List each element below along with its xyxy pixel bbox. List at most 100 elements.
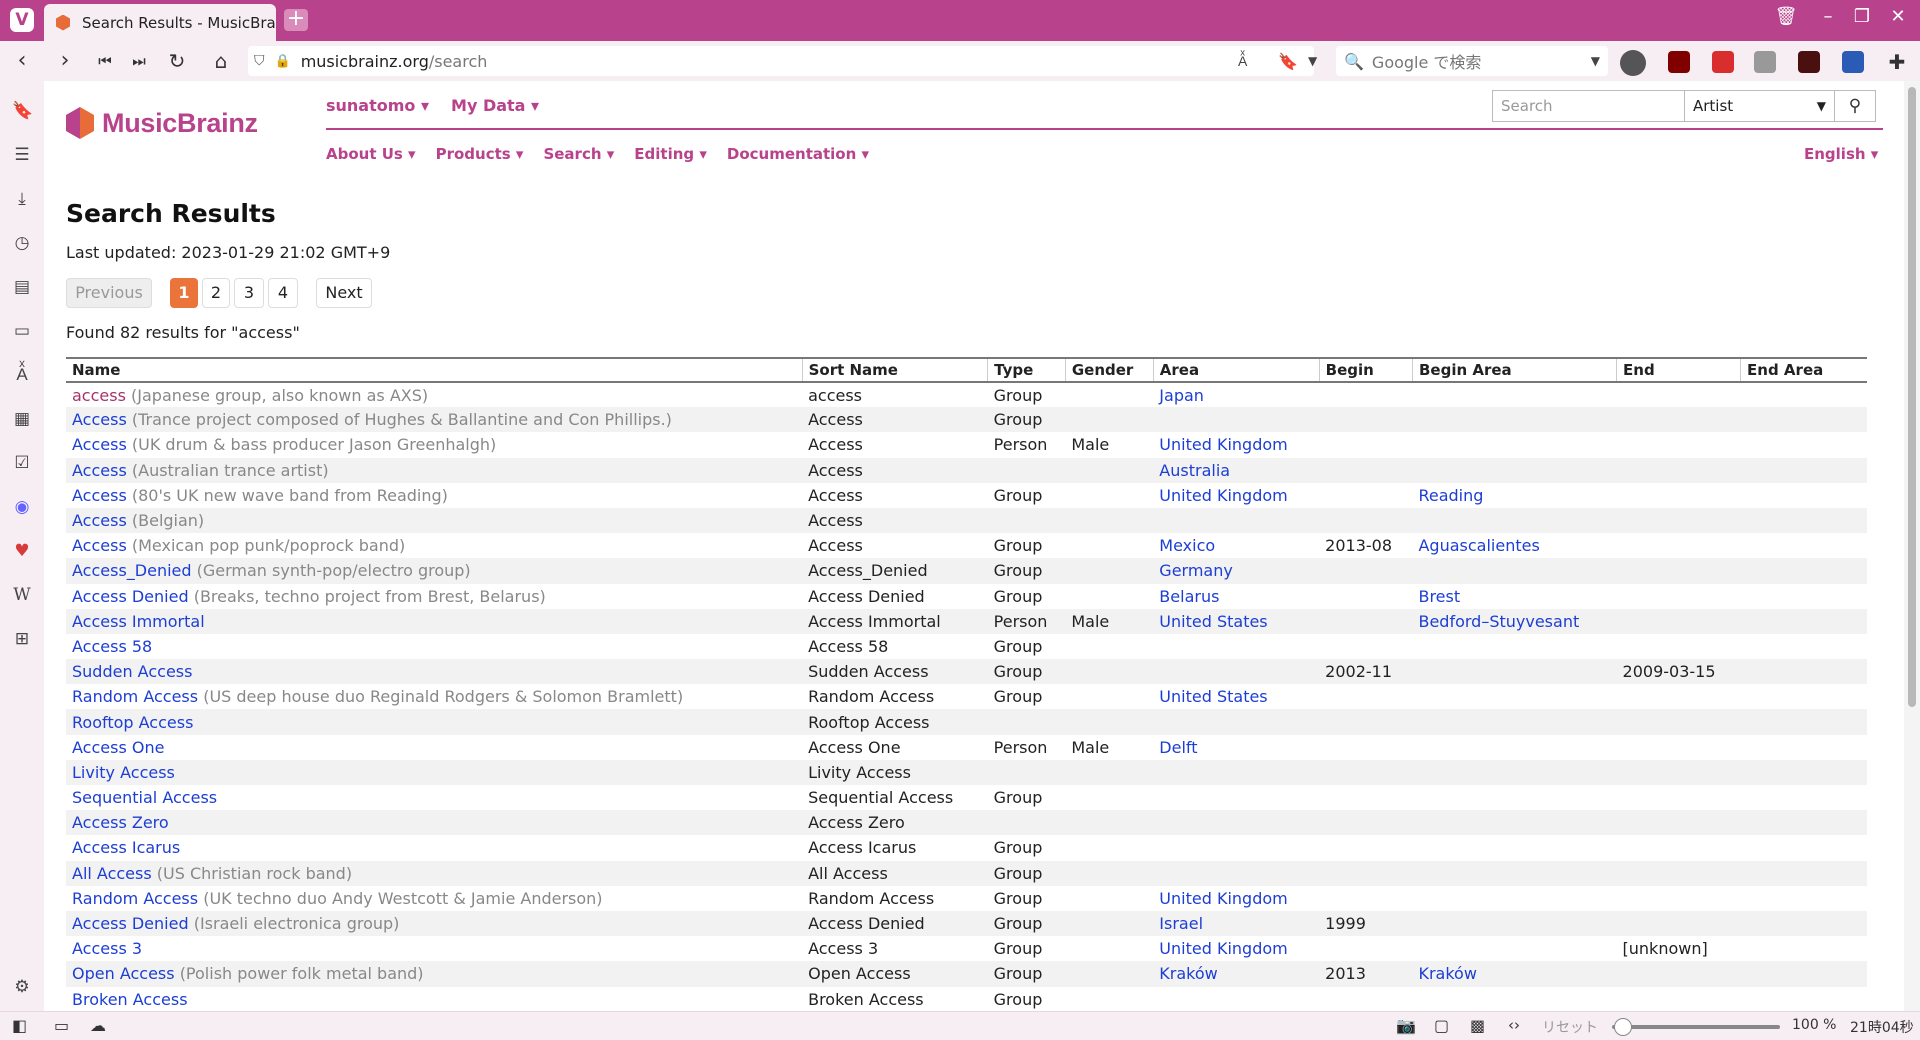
lock-icon[interactable]: 🔒 (275, 54, 291, 69)
row-area-link[interactable]: Mexico (1159, 536, 1215, 555)
row-area-link[interactable]: Germany (1159, 561, 1233, 580)
row-begin-area-link[interactable]: Kraków (1418, 964, 1476, 983)
artist-link[interactable]: Access (72, 536, 127, 555)
row-area-link[interactable]: Australia (1159, 461, 1230, 480)
row-area-link[interactable]: United Kingdom (1159, 939, 1287, 958)
capture-icon[interactable]: 📷 (1396, 1016, 1416, 1035)
notes-icon[interactable]: ▤ (12, 277, 32, 297)
search-submit-button[interactable]: ⚲ (1835, 91, 1875, 121)
page-4-button[interactable]: 4 (268, 278, 298, 308)
extension-grey-icon[interactable] (1754, 51, 1776, 73)
downloads-icon[interactable]: ⤓ (12, 189, 32, 209)
extension-red-icon[interactable] (1712, 51, 1734, 73)
artist-link[interactable]: Access Denied (72, 914, 189, 933)
col-type[interactable]: Type (987, 357, 1066, 383)
menu-search[interactable]: Search ▾ (543, 145, 614, 163)
row-area-link[interactable]: United Kingdom (1159, 486, 1287, 505)
translate-icon[interactable]: Aͯ (1238, 53, 1247, 70)
artist-link[interactable]: Random Access (72, 687, 198, 706)
reading-list-icon[interactable]: ☰ (12, 145, 32, 165)
back-button[interactable]: ‹ (9, 49, 35, 75)
menu-documentation[interactable]: Documentation ▾ (727, 145, 869, 163)
bookmark-icon[interactable]: 🔖 (1278, 52, 1298, 71)
col-gender[interactable]: Gender (1064, 357, 1154, 383)
rewind-button[interactable]: ⏮ (92, 49, 118, 75)
col-end-area[interactable]: End Area (1740, 357, 1867, 383)
artist-link[interactable]: Livity Access (72, 763, 175, 782)
url-field[interactable]: ⛉ 🔒 musicbrainz.org/search Aͯ 🔖 ▼ (248, 46, 1317, 76)
row-area-link[interactable]: United States (1159, 687, 1267, 706)
artist-link[interactable]: Access (72, 511, 127, 530)
artist-link[interactable]: Access Denied (72, 587, 189, 606)
page-1-button[interactable]: 1 (170, 278, 198, 308)
artist-link[interactable]: Access (72, 410, 127, 429)
bookmarks-panel-icon[interactable]: 🔖 (12, 101, 33, 121)
col-begin-area[interactable]: Begin Area (1411, 357, 1617, 383)
reload-button[interactable]: ↻ (164, 49, 190, 75)
artist-link[interactable]: Sequential Access (72, 788, 217, 807)
scrollbar-thumb[interactable] (1908, 87, 1916, 707)
artist-link[interactable]: Access (72, 486, 127, 505)
ublock-origin-icon[interactable] (1668, 51, 1690, 73)
header-search-input[interactable]: Search (1493, 91, 1685, 121)
artist-link[interactable]: Sudden Access (72, 662, 192, 681)
hypothesis-icon[interactable] (1798, 51, 1820, 73)
trash-icon[interactable]: 🗑 (1772, 6, 1800, 27)
artist-link[interactable]: Access Immortal (72, 612, 205, 631)
window-panel-icon[interactable]: ▭ (12, 321, 32, 341)
shield-icon[interactable]: ⛉ (254, 53, 265, 69)
tasks-icon[interactable]: ☑ (12, 453, 32, 473)
artist-link[interactable]: Open Access (72, 964, 175, 983)
profile-avatar-icon[interactable] (1620, 50, 1646, 76)
menu-editing[interactable]: Editing ▾ (634, 145, 707, 163)
artist-link[interactable]: Access 58 (72, 637, 152, 656)
new-tab-button[interactable]: + (284, 8, 308, 31)
col-name[interactable]: Name (66, 357, 803, 383)
fast-forward-button[interactable]: ⏭ (126, 49, 152, 75)
col-sort-name[interactable]: Sort Name (801, 357, 988, 383)
search-engine-dropdown-icon[interactable]: ▼ (1591, 54, 1600, 68)
browser-tab-active[interactable]: Search Results - MusicBrainz (44, 4, 276, 41)
page-actions-icon[interactable]: ‹› (1508, 1016, 1520, 1034)
row-area-link[interactable]: Belarus (1159, 587, 1219, 606)
extension-blue-icon[interactable] (1842, 51, 1864, 73)
history-icon[interactable]: ◷ (12, 233, 32, 253)
row-area-link[interactable]: Israel (1159, 914, 1203, 933)
settings-gear-icon[interactable]: ⚙ (12, 977, 32, 997)
translate-panel-icon[interactable]: Aͯ (12, 365, 32, 385)
tab-tiling-icon[interactable]: ▭ (54, 1016, 69, 1035)
vivaldi-social-icon[interactable]: ♥ (12, 541, 32, 561)
url-dropdown-icon[interactable]: ▼ (1308, 54, 1317, 68)
sync-cloud-icon[interactable]: ☁ (90, 1016, 106, 1035)
home-button[interactable]: ⌂ (208, 49, 234, 75)
search-type-select[interactable]: Artist ▼ (1685, 91, 1835, 121)
row-area-link[interactable]: Delft (1159, 738, 1197, 757)
row-area-link[interactable]: United Kingdom (1159, 889, 1287, 908)
close-window-button[interactable]: ✕ (1884, 6, 1912, 27)
previous-page-button[interactable]: Previous (66, 278, 152, 308)
artist-link[interactable]: Access Zero (72, 813, 169, 832)
mastodon-icon[interactable]: ◉ (12, 497, 32, 517)
extensions-puzzle-icon[interactable]: ✚ (1886, 51, 1908, 73)
artist-link[interactable]: Access_Denied (72, 561, 192, 580)
zoom-slider[interactable] (1612, 1018, 1780, 1036)
minimize-button[interactable]: – (1814, 6, 1842, 27)
artist-link[interactable]: Access (72, 435, 127, 454)
menu-about-us[interactable]: About Us ▾ (326, 145, 416, 163)
add-web-panel-icon[interactable]: ⊞ (12, 629, 32, 649)
images-toggle-icon[interactable]: ▩ (1470, 1016, 1485, 1035)
artist-link[interactable]: Random Access (72, 889, 198, 908)
row-area-link[interactable]: United Kingdom (1159, 435, 1287, 454)
col-area[interactable]: Area (1152, 357, 1320, 383)
page-3-button[interactable]: 3 (234, 278, 264, 308)
musicbrainz-logo[interactable]: MusicBrainz (66, 107, 258, 139)
user-menu-account[interactable]: sunatomo ▾ (326, 96, 429, 115)
row-area-link[interactable]: Kraków (1159, 964, 1217, 983)
artist-link[interactable]: Access Icarus (72, 838, 180, 857)
artist-link[interactable]: Broken Access (72, 990, 188, 1009)
panel-toggle-icon[interactable]: ◧ (12, 1016, 27, 1035)
zoom-slider-handle[interactable] (1614, 1018, 1632, 1036)
artist-link[interactable]: access (72, 386, 126, 405)
page-2-button[interactable]: 2 (202, 278, 230, 308)
page-scrollbar[interactable] (1904, 81, 1920, 1011)
